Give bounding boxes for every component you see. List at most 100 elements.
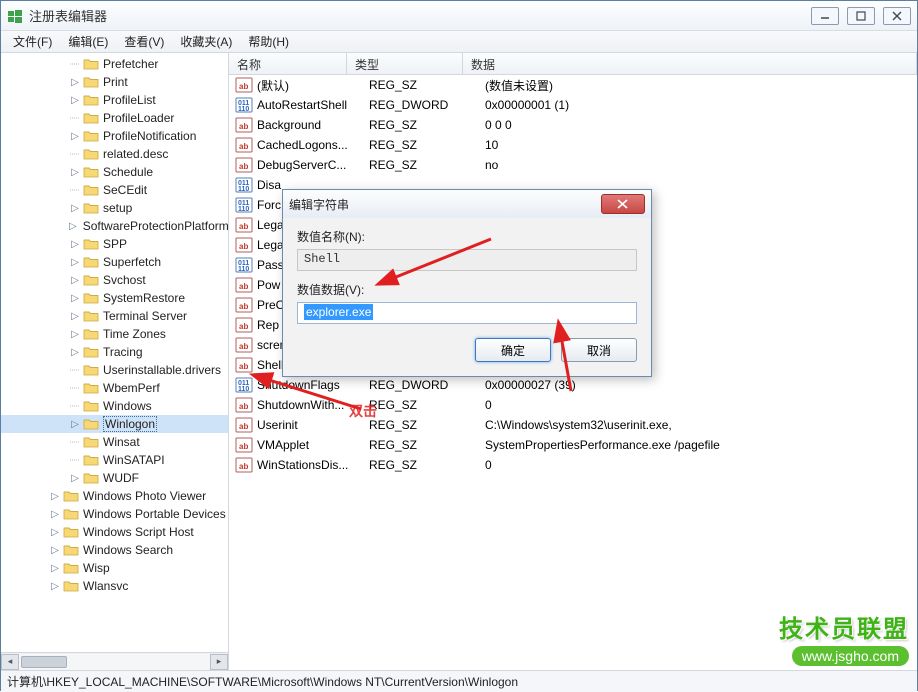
tree-item[interactable]: WinSATAPI [1,451,228,469]
col-header-type[interactable]: 类型 [347,53,463,74]
tree-item[interactable]: ▷Windows Portable Devices [1,505,228,523]
tree-item[interactable]: ▷WUDF [1,469,228,487]
expand-icon[interactable]: ▷ [69,131,81,142]
tree-item-label: Time Zones [103,327,166,341]
tree-item[interactable]: ▷Superfetch [1,253,228,271]
value-row[interactable]: 011110AutoRestartShellREG_DWORD0x0000000… [229,95,917,115]
string-value-icon: ab [235,396,253,414]
folder-icon [83,399,99,413]
col-header-name[interactable]: 名称 [229,53,347,74]
tree-item[interactable]: ▷setup [1,199,228,217]
tree-item[interactable]: ▷Tracing [1,343,228,361]
expand-icon[interactable]: ▷ [69,77,81,88]
ok-button[interactable]: 确定 [475,338,551,362]
tree-item[interactable]: ▷Windows Search [1,541,228,559]
expand-icon[interactable]: ▷ [69,473,81,484]
cancel-button[interactable]: 取消 [561,338,637,362]
maximize-button[interactable] [847,7,875,25]
svg-text:110: 110 [238,386,249,393]
tree-hscrollbar[interactable]: ◂ ▸ [1,652,228,670]
folder-icon [83,237,99,251]
expand-icon[interactable]: ▷ [69,275,81,286]
value-data: 0x00000001 (1) [485,98,917,112]
expand-icon[interactable]: ▷ [69,347,81,358]
expand-icon[interactable]: ▷ [49,527,61,538]
tree-item[interactable]: ▷Schedule [1,163,228,181]
tree-item[interactable]: ProfileLoader [1,109,228,127]
value-row[interactable]: abBackgroundREG_SZ0 0 0 [229,115,917,135]
value-type: REG_SZ [369,158,485,172]
expand-icon[interactable]: ▷ [69,239,81,250]
tree-item[interactable]: SeCEdit [1,181,228,199]
expand-icon[interactable]: ▷ [69,293,81,304]
expand-icon[interactable]: ▷ [69,95,81,106]
minimize-button[interactable] [811,7,839,25]
col-header-data[interactable]: 数据 [463,53,917,74]
menu-view[interactable]: 查看(V) [116,31,172,52]
tree-item-label: WinSATAPI [103,453,165,467]
tree-item[interactable]: related.desc [1,145,228,163]
close-button[interactable] [883,7,911,25]
tree-item[interactable]: ▷SoftwareProtectionPlatform [1,217,228,235]
tree-item[interactable]: WbemPerf [1,379,228,397]
expand-icon[interactable]: ▷ [69,221,77,232]
tree-item[interactable]: ▷Terminal Server [1,307,228,325]
tree-item[interactable]: ▷SystemRestore [1,289,228,307]
value-type: REG_SZ [369,78,485,92]
value-name: Background [257,118,369,132]
expand-icon[interactable]: ▷ [49,491,61,502]
folder-icon [83,93,99,107]
menu-file[interactable]: 文件(F) [5,31,60,52]
expand-icon[interactable]: ▷ [49,545,61,556]
expand-icon[interactable]: ▷ [49,581,61,592]
value-data-input[interactable]: explorer.exe [297,302,637,324]
folder-icon [63,579,79,593]
menu-help[interactable]: 帮助(H) [240,31,297,52]
value-type: REG_SZ [369,138,485,152]
value-row[interactable]: abCachedLogons...REG_SZ10 [229,135,917,155]
tree-item[interactable]: Userinstallable.drivers [1,361,228,379]
folder-icon [83,381,99,395]
value-row[interactable]: 011110ShutdownFlagsREG_DWORD0x00000027 (… [229,375,917,395]
svg-text:ab: ab [239,142,248,151]
folder-icon [83,453,99,467]
tree-item[interactable]: ▷Wisp [1,559,228,577]
expand-icon[interactable]: ▷ [69,311,81,322]
value-row[interactable]: abVMAppletREG_SZSystemPropertiesPerforma… [229,435,917,455]
tree-item[interactable]: ▷ Time Zones [1,325,228,343]
tree-item[interactable]: ▷Svchost [1,271,228,289]
tree-item[interactable]: Prefetcher [1,55,228,73]
tree-item[interactable]: ▷SPP [1,235,228,253]
expand-icon[interactable]: ▷ [69,419,81,430]
tree-item[interactable]: ▷Print [1,73,228,91]
value-row[interactable]: abWinStationsDis...REG_SZ0 [229,455,917,475]
value-row[interactable]: abDebugServerC...REG_SZno [229,155,917,175]
string-value-icon: ab [235,136,253,154]
expand-icon[interactable]: ▷ [69,203,81,214]
expand-icon[interactable]: ▷ [69,167,81,178]
scroll-left-button[interactable]: ◂ [1,654,19,670]
expand-icon[interactable]: ▷ [49,563,61,574]
tree-item[interactable]: ▷ProfileNotification [1,127,228,145]
menu-favorites[interactable]: 收藏夹(A) [172,31,240,52]
expand-icon[interactable]: ▷ [69,329,81,340]
tree-item[interactable]: ▷Winlogon [1,415,228,433]
expand-icon[interactable]: ▷ [69,257,81,268]
tree-item[interactable]: Windows [1,397,228,415]
value-row[interactable]: ab(默认)REG_SZ(数值未设置) [229,75,917,95]
scroll-thumb[interactable] [21,656,67,668]
tree-item[interactable]: Winsat [1,433,228,451]
tree-item[interactable]: ▷Windows Photo Viewer [1,487,228,505]
svg-text:ab: ab [239,342,248,351]
tree-item[interactable]: ▷Wlansvc [1,577,228,595]
string-value-icon: ab [235,216,253,234]
value-row[interactable]: abUserinitREG_SZC:\Windows\system32\user… [229,415,917,435]
scroll-right-button[interactable]: ▸ [210,654,228,670]
expand-icon[interactable]: ▷ [49,509,61,520]
dialog-close-button[interactable] [601,194,645,214]
folder-icon [63,507,79,521]
tree-item[interactable]: ▷Windows Script Host [1,523,228,541]
value-row[interactable]: abShutdownWith...REG_SZ0 [229,395,917,415]
menu-edit[interactable]: 编辑(E) [60,31,116,52]
tree-item[interactable]: ▷ProfileList [1,91,228,109]
